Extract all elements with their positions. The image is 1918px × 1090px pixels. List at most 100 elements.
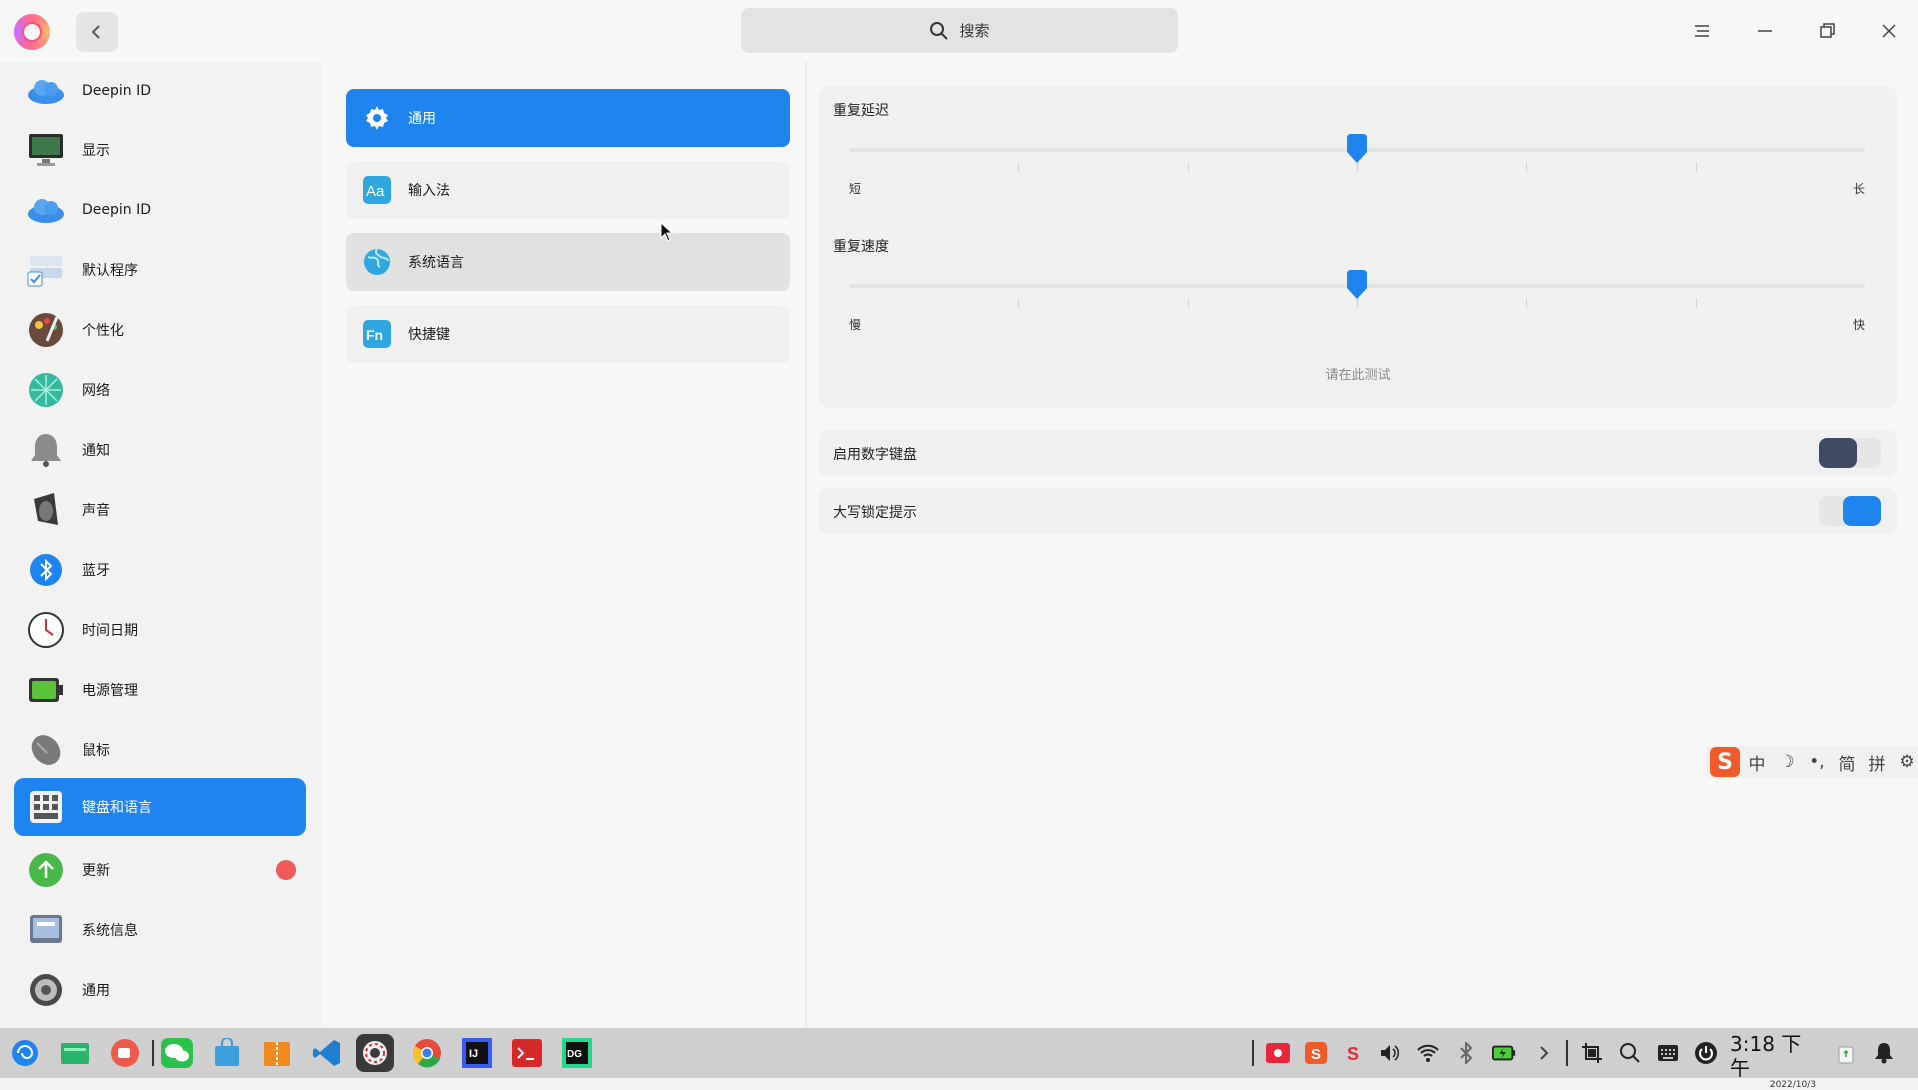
taskbar-app-wechat[interactable]	[158, 1034, 196, 1072]
sidebar-item-deepin-id[interactable]: Deepin ID	[14, 62, 306, 120]
network-icon	[26, 370, 66, 410]
sidebar-item-label: 更新	[82, 863, 110, 879]
search-input[interactable]: 搜索	[741, 8, 1178, 53]
update-icon	[26, 850, 66, 890]
maximize-button[interactable]	[1809, 14, 1845, 48]
sogou-logo-icon[interactable]: S	[1710, 747, 1740, 777]
tray-expand-icon[interactable]	[1532, 1041, 1556, 1065]
trash-icon[interactable]	[1834, 1041, 1858, 1065]
sidebar-item-datetime[interactable]: 时间日期	[14, 601, 306, 659]
cloud-icon	[26, 190, 66, 230]
sidebar: Deepin ID 显示 Deepin ID 默认程序 个性化 网络 通知 声音…	[0, 62, 320, 1028]
repeat-rate-min-label: 慢	[849, 318, 862, 332]
taskbar-app-archive[interactable]	[258, 1034, 296, 1072]
monitor-icon	[26, 130, 66, 170]
sidebar-item-mouse[interactable]: 鼠标	[14, 721, 306, 779]
taskbar-app-datagrip[interactable]: DG	[558, 1034, 596, 1072]
screenshot-icon[interactable]	[1580, 1041, 1604, 1065]
toggle-knob	[1843, 496, 1881, 526]
capslock-toggle[interactable]	[1819, 496, 1881, 526]
tray-screen-record-icon[interactable]	[1266, 1041, 1290, 1065]
subcategory-label: 输入法	[408, 183, 450, 199]
taskbar-app-terminal[interactable]	[508, 1034, 546, 1072]
slider-tick	[1187, 298, 1189, 308]
sidebar-item-default-apps[interactable]: 默认程序	[14, 241, 306, 299]
repeat-delay-handle[interactable]	[1345, 134, 1369, 164]
clock-date: 2022/10/3	[1769, 1080, 1816, 1090]
subcategory-system-language[interactable]: 系统语言	[346, 233, 790, 291]
notification-bell-icon[interactable]	[1872, 1041, 1896, 1065]
taskbar-app-vscode[interactable]	[308, 1034, 346, 1072]
ime-pinyin-mode[interactable]: 拼	[1864, 750, 1890, 775]
app-store-icon	[215, 1038, 239, 1066]
subcategory-shortcuts[interactable]: Fn 快捷键	[346, 305, 790, 363]
sidebar-item-label: 通知	[82, 443, 110, 459]
subcategory-general[interactable]: 通用	[346, 89, 790, 147]
sidebar-item-network[interactable]: 网络	[14, 361, 306, 419]
back-button[interactable]	[76, 12, 118, 52]
onscreen-keyboard-icon[interactable]	[1656, 1041, 1680, 1065]
bluetooth-tray-icon[interactable]	[1454, 1041, 1478, 1065]
taskbar-app-control-center[interactable]	[356, 1034, 394, 1072]
menu-button[interactable]	[1684, 14, 1720, 48]
power-icon[interactable]	[1694, 1041, 1718, 1065]
numlock-toggle[interactable]	[1819, 438, 1881, 468]
launcher-button[interactable]	[6, 1034, 44, 1072]
sidebar-item-system-info[interactable]: 系统信息	[14, 901, 306, 959]
minimize-button[interactable]	[1747, 14, 1783, 48]
repeat-rate-handle[interactable]	[1345, 270, 1369, 300]
cloud-icon	[26, 71, 66, 111]
toggle-knob	[1819, 438, 1857, 468]
slider-tick	[1018, 298, 1020, 308]
sidebar-item-power[interactable]: 电源管理	[14, 661, 306, 719]
taskbar-clock[interactable]: 3:18 下午 2022/10/3	[1730, 1032, 1816, 1090]
tray-sogou-icon[interactable]: S	[1304, 1041, 1328, 1065]
subcategory-label: 系统语言	[408, 255, 464, 271]
subcategory-input-method[interactable]: Aa 输入法	[346, 161, 790, 219]
sidebar-item-display[interactable]: 显示	[14, 121, 306, 179]
wechat-icon	[161, 1038, 193, 1068]
typing-test-input[interactable]: 请在此测试	[819, 364, 1897, 383]
taskbar-app-intellij[interactable]: IJ	[458, 1034, 496, 1072]
system-info-icon	[26, 910, 66, 950]
taskbar-app-screen-recorder[interactable]	[106, 1034, 144, 1072]
sidebar-item-personalization[interactable]: 个性化	[14, 301, 306, 359]
sidebar-item-label: Deepin ID	[82, 83, 152, 99]
title-bar: 搜索	[0, 0, 1918, 62]
ime-simplified-mode[interactable]: 简	[1834, 750, 1860, 775]
deepin-launcher-icon	[12, 1040, 38, 1066]
search-placeholder: 搜索	[959, 22, 990, 40]
chrome-icon	[412, 1039, 441, 1068]
slider-tick	[1018, 162, 1020, 172]
sidebar-item-sound[interactable]: 声音	[14, 481, 306, 539]
ime-halfwidth-icon[interactable]: ☽	[1774, 752, 1800, 772]
wifi-icon[interactable]	[1416, 1041, 1440, 1065]
taskbar-separator	[1252, 1040, 1254, 1066]
sidebar-item-deepin-id-2[interactable]: Deepin ID	[14, 181, 306, 239]
sidebar-item-general[interactable]: 通用	[14, 961, 306, 1019]
tray-sogou-ime-icon[interactable]: S	[1342, 1041, 1366, 1065]
sidebar-item-label: 网络	[82, 383, 110, 399]
search-tray-icon[interactable]	[1618, 1041, 1642, 1065]
sidebar-item-notification[interactable]: 通知	[14, 421, 306, 479]
sidebar-item-keyboard-language[interactable]: 键盘和语言	[14, 778, 306, 836]
restore-icon	[1820, 23, 1835, 38]
clock-icon	[26, 610, 66, 650]
volume-icon[interactable]	[1378, 1041, 1402, 1065]
close-button[interactable]	[1871, 14, 1907, 48]
subcategory-label: 通用	[408, 111, 436, 127]
repeat-delay-min-label: 短	[849, 182, 862, 196]
repeat-delay-max-label: 长	[1853, 182, 1866, 196]
sidebar-item-label: 电源管理	[82, 683, 138, 699]
taskbar-app-chrome[interactable]	[408, 1034, 446, 1072]
repeat-rate-title: 重复速度	[833, 239, 889, 255]
taskbar-app-file-manager[interactable]	[56, 1034, 94, 1072]
sidebar-item-update[interactable]: 更新	[14, 841, 306, 899]
svg-text:Fn: Fn	[366, 327, 383, 343]
ime-chinese-mode[interactable]: 中	[1744, 750, 1770, 775]
sidebar-item-bluetooth[interactable]: 蓝牙	[14, 541, 306, 599]
ime-settings-icon[interactable]: ⚙	[1894, 752, 1918, 772]
ime-punctuation-icon[interactable]: •,	[1804, 752, 1830, 772]
battery-tray-icon[interactable]	[1492, 1041, 1516, 1065]
taskbar-app-store[interactable]	[208, 1034, 246, 1072]
